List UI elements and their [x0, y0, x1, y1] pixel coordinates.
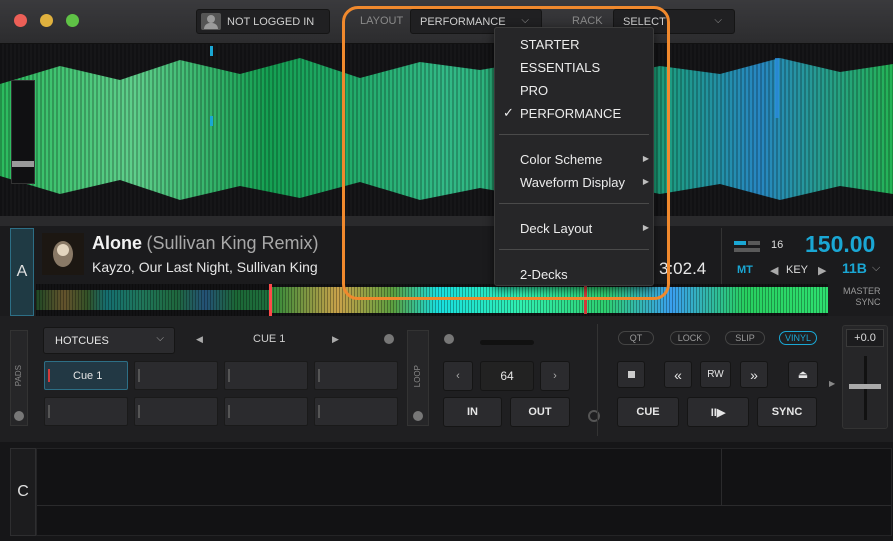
master-sync[interactable]: MASTER SYNC — [843, 286, 881, 308]
cue-toggle[interactable] — [384, 334, 394, 344]
sync-label: SYNC — [855, 297, 881, 307]
master-label: MASTER — [843, 286, 881, 296]
key-down-icon[interactable]: ◀ — [770, 264, 778, 277]
album-artwork — [42, 233, 84, 275]
chevron-down-icon: ⌵ — [714, 15, 722, 26]
forward-button[interactable]: » — [740, 361, 768, 388]
loop-in-button[interactable]: IN — [443, 397, 502, 427]
lock-toggle[interactable]: LOCK — [670, 331, 710, 345]
cue-button[interactable]: CUE — [617, 397, 679, 427]
track-remix: (Sullivan King Remix) — [146, 233, 319, 253]
hotcue-pad-4[interactable] — [314, 361, 398, 390]
hotcue-pad-6[interactable] — [134, 397, 218, 426]
pitch-indicator — [734, 241, 746, 245]
track-title-row: Alone (Sullivan King Remix) — [92, 233, 319, 254]
hotcue-pad-8[interactable] — [314, 397, 398, 426]
stop-icon — [627, 371, 635, 378]
track-title: Alone — [92, 233, 143, 253]
cue-prev-icon[interactable]: ◀ — [196, 334, 203, 345]
deck-c-label[interactable]: C — [10, 448, 36, 536]
pitch-value[interactable]: +0.0 — [846, 329, 884, 347]
user-icon — [201, 13, 221, 30]
hotcue-pad-7[interactable] — [224, 397, 308, 426]
forward-icon: » — [750, 366, 758, 383]
track-artist: Kayzo, Our Last Night, Sullivan King — [92, 259, 318, 275]
panel-expand-icon[interactable]: ▶ — [829, 379, 835, 388]
pitch-indicator — [748, 241, 760, 245]
key-value[interactable]: 11B — [842, 260, 867, 276]
loop-out-button[interactable]: OUT — [510, 397, 570, 427]
sync-button[interactable]: SYNC — [757, 397, 817, 427]
cue-next-icon[interactable]: ▶ — [332, 334, 339, 345]
loop-active-indicator[interactable] — [444, 334, 454, 344]
bpm-display[interactable]: 150.00 — [805, 231, 875, 258]
key-label: KEY — [786, 264, 809, 276]
eject-icon: ⏏ — [797, 369, 809, 381]
account-label: NOT LOGGED IN — [227, 15, 315, 28]
vinyl-toggle[interactable]: VINYL — [779, 331, 817, 345]
hotcue-pad-2[interactable] — [134, 361, 218, 390]
pitch-range: 16 — [771, 239, 784, 251]
cue-nav-label: CUE 1 — [253, 333, 286, 345]
hotcue-pad-3[interactable] — [224, 361, 308, 390]
loop-size[interactable]: 64 — [480, 361, 534, 391]
zoom-window-button[interactable] — [66, 14, 79, 27]
chevron-down-icon: ⌵ — [156, 333, 164, 344]
deck-a-label[interactable]: A — [10, 228, 34, 316]
highlight-annotation — [342, 6, 670, 300]
pitch-indicator — [734, 248, 760, 252]
qt-toggle[interactable]: QT — [618, 331, 654, 345]
pads-mode-value: HOTCUES — [55, 334, 109, 347]
deck-c-empty[interactable] — [36, 448, 892, 536]
rewind-button[interactable]: « — [664, 361, 692, 388]
pitch-panel: +0.0 — [842, 325, 888, 429]
play-pause-button[interactable]: II▶ — [687, 397, 749, 427]
stop-button[interactable] — [617, 361, 645, 388]
section-divider — [597, 324, 598, 436]
close-window-button[interactable] — [14, 14, 27, 27]
pads-mode-select[interactable]: HOTCUES ⌵ — [43, 327, 175, 354]
pads-side-panel: PADS — [10, 330, 28, 426]
hotcue-pad-label: Cue 1 — [73, 370, 103, 382]
minimize-window-button[interactable] — [40, 14, 53, 27]
loop-label: LOOP — [413, 365, 422, 388]
pads-toggle[interactable] — [14, 411, 24, 421]
position-slider[interactable] — [11, 80, 35, 184]
pads-label: PADS — [14, 365, 23, 387]
mt-button[interactable]: MT — [737, 264, 753, 276]
hotcue-pad-5[interactable] — [44, 397, 128, 426]
hotcue-pad-1[interactable]: Cue 1 — [44, 361, 128, 390]
loop-halve-button[interactable]: ‹ — [443, 361, 473, 391]
account-button[interactable]: NOT LOGGED IN — [196, 9, 330, 34]
rewind-icon: « — [674, 366, 682, 383]
chevron-down-icon[interactable]: ⌵ — [872, 262, 880, 275]
eject-button[interactable]: ⏏ — [788, 361, 818, 388]
loop-side-panel: LOOP — [407, 330, 429, 426]
slider-handle[interactable] — [12, 161, 34, 167]
loop-toggle[interactable] — [413, 411, 423, 421]
loop-progress — [480, 340, 534, 345]
reverse-button[interactable]: RW — [700, 361, 731, 388]
slip-toggle[interactable]: SLIP — [725, 331, 765, 345]
pitch-slider-handle[interactable] — [849, 384, 881, 389]
loop-settings-icon[interactable] — [588, 410, 600, 422]
key-up-icon[interactable]: ▶ — [818, 264, 826, 277]
loop-double-button[interactable]: › — [540, 361, 570, 391]
tempo-panel: 16 150.00 MT ◀ KEY ▶ 11B ⌵ — [721, 228, 893, 284]
